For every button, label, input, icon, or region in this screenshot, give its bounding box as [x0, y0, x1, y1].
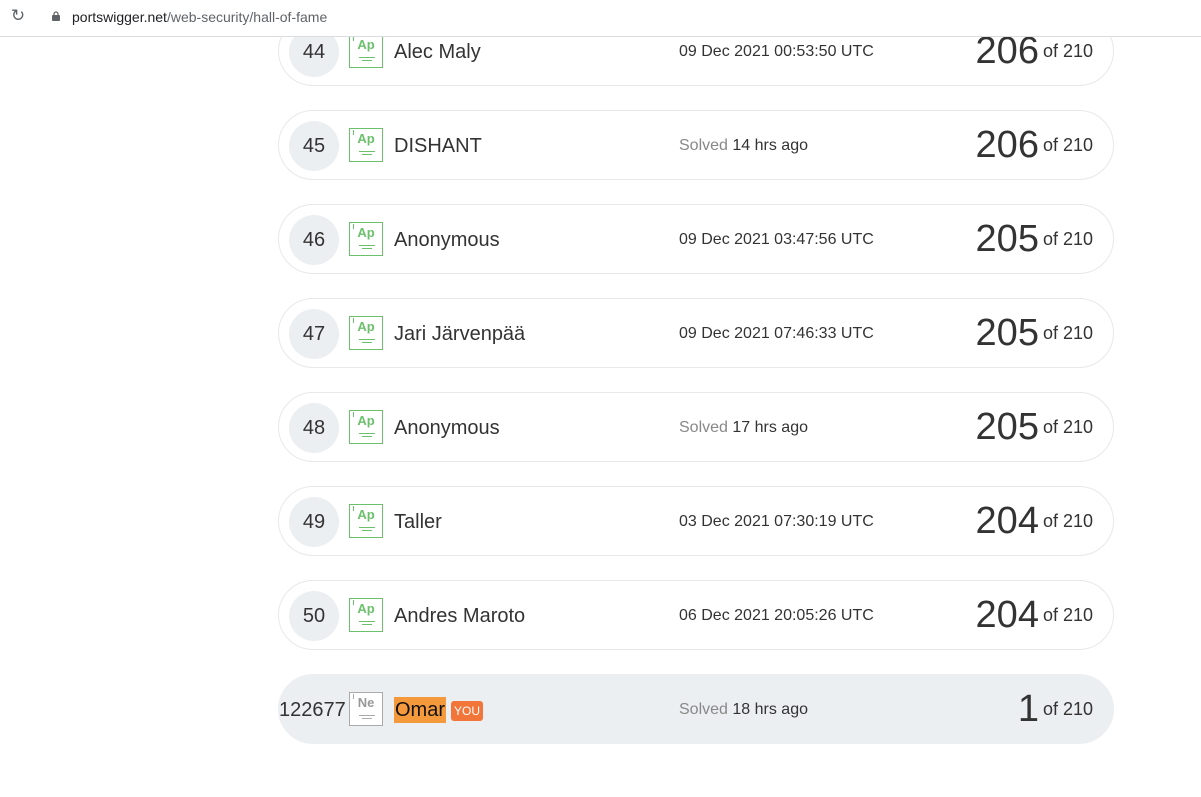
leaderboard-row: 50 Ap Andres Maroto 06 Dec 2021 20:05:26…	[278, 580, 1114, 650]
score-total: of 210	[1042, 322, 1093, 343]
score-value: 204	[975, 594, 1039, 636]
current-user-row: 122677 Ne Omar YOU Solved 18 hrs ago 1 of…	[278, 674, 1114, 744]
apprentice-level-icon: Ap	[349, 222, 383, 256]
hall-of-fame-leaderboard: 44 Ap Alec Maly 09 Dec 2021 00:53:50 UTC…	[0, 0, 1201, 797]
apprentice-level-icon: Ap	[349, 598, 383, 632]
score: 205 of 210	[976, 217, 1093, 261]
url-field[interactable]: portswigger.net/web-security/hall-of-fam…	[72, 8, 327, 26]
score-value: 204	[975, 500, 1039, 542]
score-total: of 210	[1042, 510, 1093, 531]
score: 1 of 210	[1018, 687, 1093, 731]
score: 206 of 210	[976, 123, 1093, 167]
score-total: of 210	[1042, 228, 1093, 249]
score: 204 of 210	[976, 499, 1093, 543]
score-value: 1	[1017, 688, 1039, 730]
url-path: /web-security/hall-of-fame	[166, 9, 328, 25]
score: 204 of 210	[976, 593, 1093, 637]
solved-value: 09 Dec 2021 07:46:33 UTC	[679, 325, 874, 342]
solved-value: 06 Dec 2021 20:05:26 UTC	[679, 607, 874, 624]
apprentice-level-icon: Ap	[349, 504, 383, 538]
url-host: portswigger.net	[72, 9, 167, 25]
score-total: of 210	[1042, 134, 1093, 155]
badge-symbol: Ap	[357, 507, 375, 522]
solved-value: 09 Dec 2021 00:53:50 UTC	[679, 43, 874, 60]
leaderboard-row: 48 Ap Anonymous Solved 17 hrs ago 205 of …	[278, 392, 1114, 462]
score-total: of 210	[1042, 604, 1093, 625]
newcomer-level-icon: Ne	[349, 692, 383, 726]
solved-value: 03 Dec 2021 07:30:19 UTC	[679, 513, 874, 530]
rank-number: 48	[289, 403, 339, 453]
rank-number: 49	[289, 497, 339, 547]
solved-time: 09 Dec 2021 00:53:50 UTC	[679, 42, 874, 62]
rank-number: 46	[289, 215, 339, 265]
user-name[interactable]: DISHANT	[394, 133, 482, 159]
solved-time: 06 Dec 2021 20:05:26 UTC	[679, 606, 874, 626]
score-value: 205	[975, 218, 1039, 260]
solved-value: 09 Dec 2021 03:47:56 UTC	[679, 231, 874, 248]
rank-number: 47	[289, 309, 339, 359]
leaderboard-row: 46 Ap Anonymous 09 Dec 2021 03:47:56 UTC…	[278, 204, 1114, 274]
score-total: of 210	[1042, 416, 1093, 437]
badge-symbol: Ap	[357, 319, 375, 334]
user-name[interactable]: Jari Järvenpää	[394, 321, 525, 347]
user-name[interactable]: Taller	[394, 509, 442, 535]
solved-time: 09 Dec 2021 07:46:33 UTC	[679, 324, 874, 344]
solved-time: 03 Dec 2021 07:30:19 UTC	[679, 512, 874, 532]
user-name[interactable]: Anonymous	[394, 415, 500, 441]
solved-prefix: Solved	[679, 419, 728, 436]
solved-value: 18 hrs ago	[732, 701, 808, 718]
apprentice-level-icon: Ap	[349, 410, 383, 444]
score-total: of 210	[1042, 698, 1093, 719]
apprentice-level-icon: Ap	[349, 316, 383, 350]
solved-time: 09 Dec 2021 03:47:56 UTC	[679, 230, 874, 250]
leaderboard-row: 45 Ap DISHANT Solved 14 hrs ago 206 of 21…	[278, 110, 1114, 180]
apprentice-level-icon: Ap	[349, 128, 383, 162]
solved-prefix: Solved	[679, 137, 728, 154]
reload-icon[interactable]: ↻	[9, 7, 27, 25]
apprentice-level-icon: Ap	[349, 34, 383, 68]
badge-symbol: Ap	[357, 131, 375, 146]
solved-time: Solved 18 hrs ago	[679, 700, 808, 720]
score-total: of 210	[1042, 40, 1093, 61]
browser-address-bar: ↻ portswigger.net/web-security/hall-of-f…	[0, 0, 1201, 37]
rank-number: 45	[289, 121, 339, 171]
score-value: 206	[975, 124, 1039, 166]
leaderboard-row: 49 Ap Taller 03 Dec 2021 07:30:19 UTC 20…	[278, 486, 1114, 556]
score-value: 205	[975, 406, 1039, 448]
user-name[interactable]: Omar	[394, 697, 446, 723]
score: 205 of 210	[976, 405, 1093, 449]
user-name[interactable]: Andres Maroto	[394, 603, 525, 629]
solved-time: Solved 14 hrs ago	[679, 136, 808, 156]
leaderboard-row: 47 Ap Jari Järvenpää 09 Dec 2021 07:46:3…	[278, 298, 1114, 368]
rank-number: 122677	[279, 699, 346, 721]
rank-number: 50	[289, 591, 339, 641]
solved-prefix: Solved	[679, 701, 728, 718]
you-badge: YOU	[451, 701, 484, 721]
badge-symbol: Ap	[357, 225, 375, 240]
lock-icon[interactable]	[51, 11, 61, 21]
score-value: 205	[975, 312, 1039, 354]
user-name[interactable]: Alec Maly	[394, 39, 481, 65]
score: 205 of 210	[976, 311, 1093, 355]
badge-symbol: Ap	[357, 37, 375, 52]
badge-symbol: Ne	[357, 695, 375, 710]
badge-symbol: Ap	[357, 601, 375, 616]
badge-symbol: Ap	[357, 413, 375, 428]
user-name[interactable]: Anonymous	[394, 227, 500, 253]
solved-value: 14 hrs ago	[732, 137, 808, 154]
solved-value: 17 hrs ago	[732, 419, 808, 436]
solved-time: Solved 17 hrs ago	[679, 418, 808, 438]
